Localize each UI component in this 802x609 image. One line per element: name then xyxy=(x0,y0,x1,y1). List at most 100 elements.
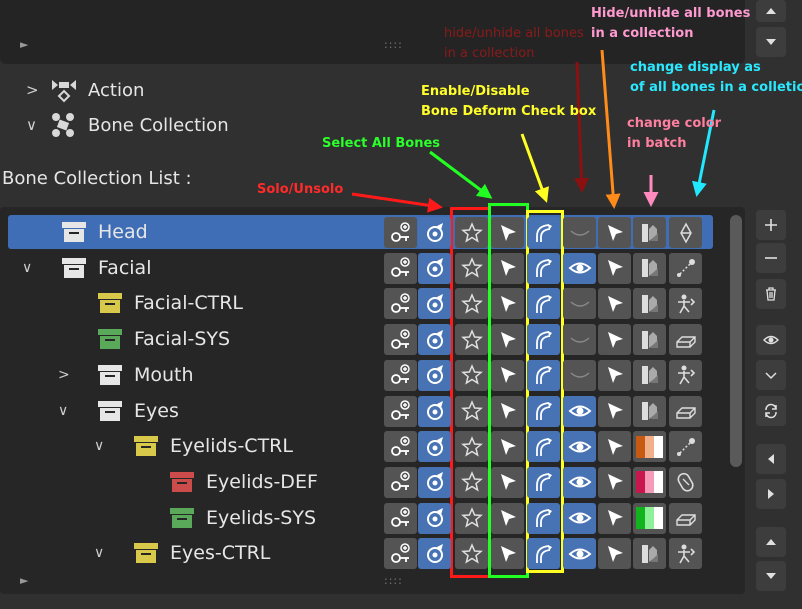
deform-checkbox[interactable] xyxy=(527,466,560,498)
visibility-toggle[interactable] xyxy=(563,466,596,498)
collection-name[interactable]: Facial-SYS xyxy=(96,327,230,351)
hide-bones-button[interactable] xyxy=(598,431,631,463)
hide-bones-button[interactable] xyxy=(598,252,631,284)
hide-bones-button[interactable] xyxy=(598,359,631,391)
hide-bones-button[interactable] xyxy=(598,217,631,248)
color-button[interactable] xyxy=(633,252,666,284)
deform-checkbox[interactable] xyxy=(527,324,560,356)
add-bone-cell[interactable] xyxy=(384,324,417,356)
deform-checkbox[interactable] xyxy=(527,431,560,463)
solo-toggle[interactable] xyxy=(455,252,488,284)
add-bone-cell[interactable] xyxy=(384,288,417,320)
display-type-button[interactable] xyxy=(669,502,702,534)
display-type-button[interactable] xyxy=(669,395,702,427)
add-bone-cell[interactable] xyxy=(384,502,417,534)
select-bones-button[interactable] xyxy=(491,466,524,498)
display-type-button[interactable] xyxy=(669,252,702,284)
add-bone-cell[interactable] xyxy=(384,252,417,284)
color-button[interactable] xyxy=(633,538,666,570)
chevron-down-icon[interactable]: ∨ xyxy=(22,260,32,276)
bone-select-cell[interactable] xyxy=(418,288,451,320)
color-swatch[interactable] xyxy=(633,466,666,498)
collection-name[interactable]: > Mouth xyxy=(58,363,194,387)
collection-name[interactable]: Eyelids-SYS xyxy=(168,506,316,530)
visibility-toggle[interactable] xyxy=(563,217,596,248)
select-bones-button[interactable] xyxy=(491,217,524,248)
hide-bones-button[interactable] xyxy=(598,538,631,570)
color-button[interactable] xyxy=(633,395,666,427)
chevron-down-icon[interactable]: ∨ xyxy=(94,545,104,561)
bone-select-cell[interactable] xyxy=(418,217,451,248)
bone-select-cell[interactable] xyxy=(418,502,451,534)
display-type-button[interactable] xyxy=(669,217,702,248)
display-type-button[interactable] xyxy=(669,431,702,463)
collection-name[interactable]: ∨ Eyes xyxy=(58,399,179,423)
select-bones-button[interactable] xyxy=(491,288,524,320)
hide-bones-button[interactable] xyxy=(598,324,631,356)
visibility-toggle[interactable] xyxy=(563,395,596,427)
visibility-toggle[interactable] xyxy=(563,431,596,463)
color-button[interactable] xyxy=(633,217,666,248)
deform-checkbox[interactable] xyxy=(527,502,560,534)
bone-select-cell[interactable] xyxy=(418,252,451,284)
add-bone-cell[interactable] xyxy=(384,466,417,498)
select-bones-button[interactable] xyxy=(491,252,524,284)
visibility-toggle[interactable] xyxy=(563,324,596,356)
display-type-button[interactable] xyxy=(669,288,702,320)
color-button[interactable] xyxy=(633,288,666,320)
select-bones-button[interactable] xyxy=(491,431,524,463)
visibility-toggle[interactable] xyxy=(563,252,596,284)
color-button[interactable] xyxy=(633,359,666,391)
bone-select-cell[interactable] xyxy=(418,431,451,463)
select-bones-button[interactable] xyxy=(491,324,524,356)
visibility-toggle[interactable] xyxy=(563,288,596,320)
solo-toggle[interactable] xyxy=(455,217,488,248)
select-bones-button[interactable] xyxy=(491,502,524,534)
collection-name[interactable]: ∨ Eyes-CTRL xyxy=(94,541,270,565)
solo-toggle[interactable] xyxy=(455,466,488,498)
add-bone-cell[interactable] xyxy=(384,395,417,427)
deform-checkbox[interactable] xyxy=(527,359,560,391)
color-button[interactable] xyxy=(633,324,666,356)
visibility-toggle[interactable] xyxy=(563,502,596,534)
display-type-button[interactable] xyxy=(669,466,702,498)
select-bones-button[interactable] xyxy=(491,395,524,427)
chevron-down-icon[interactable]: ∨ xyxy=(94,438,104,454)
display-type-button[interactable] xyxy=(669,324,702,356)
select-bones-button[interactable] xyxy=(491,359,524,391)
solo-toggle[interactable] xyxy=(455,502,488,534)
collection-name[interactable]: ∨ Eyelids-CTRL xyxy=(94,434,293,458)
chevron-right-icon[interactable]: > xyxy=(58,367,70,383)
visibility-toggle[interactable] xyxy=(563,359,596,391)
collection-name[interactable]: Facial-CTRL xyxy=(96,291,243,315)
color-swatch[interactable] xyxy=(633,431,666,463)
deform-checkbox[interactable] xyxy=(527,395,560,427)
visibility-toggle[interactable] xyxy=(563,538,596,570)
display-type-button[interactable] xyxy=(669,538,702,570)
chevron-down-icon[interactable]: ∨ xyxy=(58,403,68,419)
bone-select-cell[interactable] xyxy=(418,395,451,427)
deform-checkbox[interactable] xyxy=(527,288,560,320)
solo-toggle[interactable] xyxy=(455,359,488,391)
deform-checkbox[interactable] xyxy=(527,217,560,248)
solo-toggle[interactable] xyxy=(455,324,488,356)
hide-bones-button[interactable] xyxy=(598,502,631,534)
hide-bones-button[interactable] xyxy=(598,395,631,427)
hide-bones-button[interactable] xyxy=(598,466,631,498)
deform-checkbox[interactable] xyxy=(527,538,560,570)
solo-toggle[interactable] xyxy=(455,395,488,427)
collection-name[interactable]: Head xyxy=(60,220,148,244)
color-swatch[interactable] xyxy=(633,502,666,534)
deform-checkbox[interactable] xyxy=(527,252,560,284)
collection-name[interactable]: ∨ Facial xyxy=(22,256,151,280)
bone-select-cell[interactable] xyxy=(418,466,451,498)
solo-toggle[interactable] xyxy=(455,538,488,570)
collection-name[interactable]: Eyelids-DEF xyxy=(168,470,318,494)
bone-select-cell[interactable] xyxy=(418,324,451,356)
add-bone-cell[interactable] xyxy=(384,538,417,570)
hide-bones-button[interactable] xyxy=(598,288,631,320)
add-bone-cell[interactable] xyxy=(384,217,417,248)
add-bone-cell[interactable] xyxy=(384,359,417,391)
bone-select-cell[interactable] xyxy=(418,359,451,391)
solo-toggle[interactable] xyxy=(455,288,488,320)
